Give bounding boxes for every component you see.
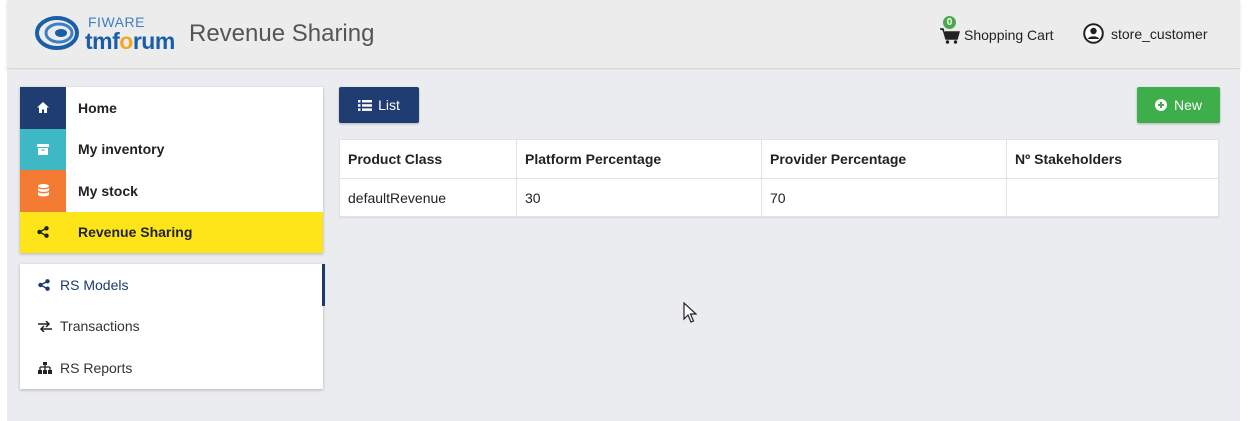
main-content: Home My inventory My stock Revenue Shari…	[7, 70, 1240, 421]
table-row[interactable]: defaultRevenue 30 70	[339, 178, 1219, 217]
database-icon	[20, 170, 66, 212]
fiware-tmforum-logo[interactable]: FIWARE tmforum	[35, 10, 185, 54]
cell-platform-percentage: 30	[516, 178, 762, 217]
nav-item-label: My inventory	[78, 141, 165, 158]
nav-item-label: My stock	[78, 182, 138, 199]
shopping-cart-icon: 0	[939, 16, 961, 44]
new-button-label: New	[1173, 97, 1202, 113]
username-label: store_customer	[1111, 25, 1208, 42]
shopping-cart-button[interactable]: 0 Shopping Cart	[939, 14, 1054, 44]
new-button[interactable]: New	[1137, 87, 1220, 123]
logo-swirl-icon	[35, 16, 79, 50]
column-header-stakeholders[interactable]: Nº Stakeholders	[1006, 139, 1219, 179]
mouse-cursor-icon	[683, 302, 697, 323]
home-icon	[20, 87, 66, 129]
nav-item-label: Home	[78, 99, 117, 116]
nav-item-label: Revenue Sharing	[78, 224, 193, 241]
subnav-item-rs-reports[interactable]: RS Reports	[20, 347, 323, 389]
nav-item-revenue-sharing[interactable]: Revenue Sharing	[20, 211, 323, 253]
top-header: FIWARE tmforum Revenue Sharing 0 Shoppin…	[7, 0, 1240, 69]
page-title: Revenue Sharing	[189, 20, 375, 47]
column-header-product-class[interactable]: Product Class	[339, 139, 517, 179]
share-icon	[20, 211, 66, 253]
nav-item-my-inventory[interactable]: My inventory	[20, 128, 323, 170]
column-header-platform-percentage[interactable]: Platform Percentage	[516, 139, 762, 179]
user-menu[interactable]: store_customer	[1083, 23, 1207, 44]
subnav-item-transactions[interactable]: Transactions	[20, 306, 323, 348]
subnav-item-label: RS Models	[60, 276, 129, 293]
nav-item-home[interactable]: Home	[20, 87, 323, 129]
table-header-row: Product Class Platform Percentage Provid…	[339, 139, 1219, 179]
main-nav: Home My inventory My stock Revenue Shari…	[20, 87, 323, 253]
nav-item-my-stock[interactable]: My stock	[20, 170, 323, 212]
cell-provider-percentage: 70	[761, 178, 1007, 217]
share-icon	[38, 278, 54, 292]
sitemap-icon	[38, 361, 54, 375]
cell-product-class: defaultRevenue	[339, 178, 517, 217]
exchange-icon	[38, 319, 54, 333]
shopping-cart-label: Shopping Cart	[964, 27, 1054, 43]
logo-tmforum-text: tmforum	[85, 28, 175, 54]
cell-stakeholders	[1006, 178, 1219, 217]
list-button-label: List	[378, 97, 400, 113]
list-icon	[358, 99, 373, 111]
archive-icon	[20, 128, 66, 170]
subnav-item-rs-models[interactable]: RS Models	[20, 264, 325, 306]
subnav-item-label: Transactions	[60, 318, 140, 335]
column-header-provider-percentage[interactable]: Provider Percentage	[761, 139, 1007, 179]
revenue-sharing-subnav: RS Models Transactions RS Reports	[20, 264, 325, 389]
rs-models-table: Product Class Platform Percentage Provid…	[339, 139, 1219, 217]
subnav-item-label: RS Reports	[60, 359, 133, 376]
list-button[interactable]: List	[339, 87, 419, 123]
app: FIWARE tmforum Revenue Sharing 0 Shoppin…	[7, 0, 1240, 421]
user-circle-icon	[1083, 23, 1104, 44]
cart-count-badge: 0	[943, 16, 956, 29]
plus-circle-icon	[1154, 99, 1167, 111]
